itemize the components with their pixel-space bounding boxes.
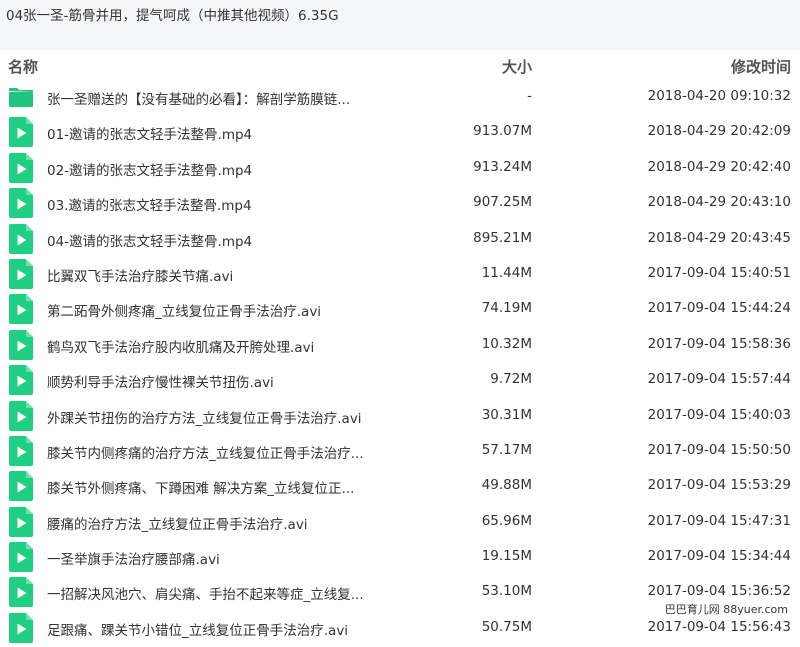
- column-header: 名称 大小 修改时间: [0, 50, 800, 84]
- file-size: 49.88M: [481, 477, 532, 494]
- video-file-icon: [9, 329, 33, 360]
- column-name-header[interactable]: 名称: [8, 56, 38, 77]
- file-row[interactable]: 腰痛的治疗方法_立线复位正骨手法治疗.avi 65.96M 2017-09-04 1…: [0, 505, 800, 540]
- column-modified-header[interactable]: 修改时间: [731, 56, 791, 77]
- file-modified-time: 2017-09-04 15:47:31: [647, 512, 791, 529]
- file-name[interactable]: 膝关节内侧疼痛的治疗方法_立线复位正骨手法治疗...: [47, 442, 364, 462]
- file-row[interactable]: 03.邀请的张志文轻手法整骨.mp4 907.25M 2018-04-29 20:4…: [0, 186, 800, 221]
- file-modified-time: 2017-09-04 15:36:52: [647, 583, 791, 600]
- file-row[interactable]: 01-邀请的张志文轻手法整骨.mp4 913.07M 2018-04-29 20:4…: [0, 115, 800, 150]
- file-modified-time: 2017-09-04 15:58:36: [647, 335, 791, 352]
- title-bar: 04张一圣-筋骨并用，提气呵成（中推其他视频）6.35G: [0, 0, 800, 50]
- video-file-icon: [9, 506, 33, 537]
- file-row[interactable]: 膝关节外侧疼痛、下蹲困难 解决方案_立线复位正... 49.88M 2017-09-…: [0, 469, 800, 504]
- file-size: 30.31M: [481, 406, 532, 423]
- file-row[interactable]: 一圣举旗手法治疗腰部痛.avi 19.15M 2017-09-04 15:34:44: [0, 540, 800, 575]
- file-modified-time: 2017-09-04 15:57:44: [647, 371, 791, 388]
- file-size: 9.72M: [490, 371, 532, 388]
- file-modified-time: 2018-04-29 20:43:10: [647, 194, 791, 211]
- file-list: 张一圣赠送的【没有基础的必看】：解剖学筋膜链... - 2018-04-20 09:…: [0, 80, 800, 646]
- file-modified-time: 2017-09-04 15:40:51: [647, 264, 791, 281]
- file-modified-time: 2017-09-04 15:40:03: [647, 406, 791, 423]
- file-name[interactable]: 张一圣赠送的【没有基础的必看】：解剖学筋膜链...: [47, 88, 350, 108]
- file-row[interactable]: 膝关节内侧疼痛的治疗方法_立线复位正骨手法治疗... 57.17M 2017-09-…: [0, 434, 800, 469]
- file-size: 11.44M: [481, 264, 532, 281]
- file-modified-time: 2017-09-04 15:34:44: [647, 548, 791, 565]
- video-file-icon: [9, 400, 33, 431]
- file-name[interactable]: 顺势利导手法治疗慢性裸关节扭伤.avi: [47, 371, 274, 391]
- file-size: 10.32M: [481, 335, 532, 352]
- file-name[interactable]: 腰痛的治疗方法_立线复位正骨手法治疗.avi: [47, 513, 308, 533]
- video-file-icon: [9, 223, 33, 254]
- file-name[interactable]: 03.邀请的张志文轻手法整骨.mp4: [47, 194, 252, 214]
- file-name[interactable]: 第二跖骨外侧疼痛_立线复位正骨手法治疗.avi: [47, 300, 321, 320]
- file-size: 895.21M: [473, 229, 532, 246]
- file-size: 74.19M: [481, 300, 532, 317]
- file-name[interactable]: 比翼双飞手法治疗膝关节痛.avi: [47, 265, 233, 285]
- file-modified-time: 2018-04-20 09:10:32: [647, 88, 791, 104]
- file-name[interactable]: 足跟痛、踝关节小错位_立线复位正骨手法治疗.avi: [47, 619, 348, 639]
- file-row[interactable]: 02-邀请的张志文轻手法整骨.mp4 913.24M 2018-04-29 20:4…: [0, 151, 800, 186]
- video-file-icon: [9, 188, 33, 219]
- file-modified-time: 2017-09-04 15:44:24: [647, 300, 791, 317]
- file-size: -: [527, 88, 532, 104]
- file-name[interactable]: 鹤鸟双飞手法治疗股内收肌痛及开胯处理.avi: [47, 336, 314, 356]
- file-size: 65.96M: [481, 512, 532, 529]
- video-file-icon: [9, 435, 33, 466]
- watermark: 巴巴育儿网 88yuer.com: [660, 601, 792, 617]
- file-name[interactable]: 一招解决风池穴、肩尖痛、手抬不起来等症_立线复...: [47, 583, 364, 603]
- file-size: 50.75M: [481, 618, 532, 635]
- video-file-icon: [9, 542, 33, 573]
- video-file-icon: [9, 294, 33, 325]
- file-name[interactable]: 04-邀请的张志文轻手法整骨.mp4: [47, 230, 252, 250]
- file-name[interactable]: 01-邀请的张志文轻手法整骨.mp4: [47, 123, 252, 143]
- file-row[interactable]: 第二跖骨外侧疼痛_立线复位正骨手法治疗.avi 74.19M 2017-09-04 …: [0, 292, 800, 327]
- video-file-icon: [9, 365, 33, 396]
- file-modified-time: 2018-04-29 20:42:40: [647, 158, 791, 175]
- file-size: 53.10M: [481, 583, 532, 600]
- file-name[interactable]: 一圣举旗手法治疗腰部痛.avi: [47, 548, 220, 568]
- file-row[interactable]: 顺势利导手法治疗慢性裸关节扭伤.avi 9.72M 2017-09-04 15:57…: [0, 363, 800, 398]
- column-size-header[interactable]: 大小: [502, 56, 532, 77]
- file-name[interactable]: 外踝关节扭伤的治疗方法_立线复位正骨手法治疗.avi: [47, 407, 362, 427]
- file-modified-time: 2017-09-04 15:50:50: [647, 441, 791, 458]
- file-row[interactable]: 04-邀请的张志文轻手法整骨.mp4 895.21M 2018-04-29 20:4…: [0, 222, 800, 257]
- video-file-icon: [9, 152, 33, 183]
- file-modified-time: 2017-09-04 15:53:29: [647, 477, 791, 494]
- video-file-icon: [9, 117, 33, 148]
- video-file-icon: [9, 577, 33, 608]
- video-file-icon: [9, 471, 33, 502]
- file-size: 913.24M: [473, 158, 532, 175]
- file-row[interactable]: 鹤鸟双飞手法治疗股内收肌痛及开胯处理.avi 10.32M 2017-09-04 1…: [0, 328, 800, 363]
- file-row[interactable]: 外踝关节扭伤的治疗方法_立线复位正骨手法治疗.avi 30.31M 2017-09-…: [0, 399, 800, 434]
- file-modified-time: 2018-04-29 20:42:09: [647, 123, 791, 140]
- folder-icon: [9, 82, 33, 112]
- file-size: 907.25M: [473, 194, 532, 211]
- file-name[interactable]: 02-邀请的张志文轻手法整骨.mp4: [47, 159, 252, 179]
- file-modified-time: 2018-04-29 20:43:45: [647, 229, 791, 246]
- file-size: 913.07M: [473, 123, 532, 140]
- video-file-icon: [9, 612, 33, 643]
- file-size: 57.17M: [481, 441, 532, 458]
- video-file-icon: [9, 258, 33, 289]
- window-title: 04张一圣-筋骨并用，提气呵成（中推其他视频）6.35G: [6, 8, 339, 24]
- file-row[interactable]: 张一圣赠送的【没有基础的必看】：解剖学筋膜链... - 2018-04-20 09:…: [0, 80, 800, 115]
- file-row[interactable]: 比翼双飞手法治疗膝关节痛.avi 11.44M 2017-09-04 15:40:5…: [0, 257, 800, 292]
- file-modified-time: 2017-09-04 15:56:43: [647, 618, 791, 635]
- file-size: 19.15M: [481, 548, 532, 565]
- file-name[interactable]: 膝关节外侧疼痛、下蹲困难 解决方案_立线复位正...: [47, 477, 354, 497]
